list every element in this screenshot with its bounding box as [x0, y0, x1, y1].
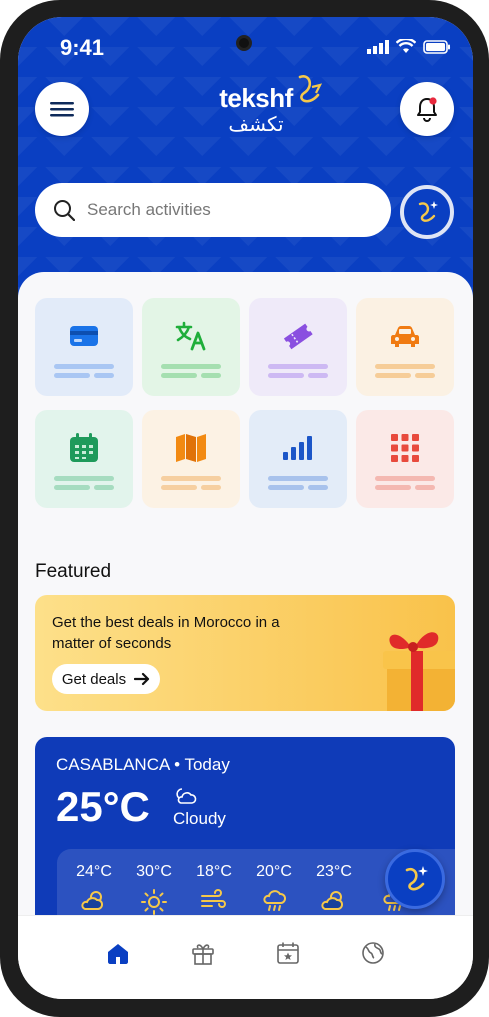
- category-tile-card[interactable]: [35, 298, 133, 396]
- search-input[interactable]: [85, 199, 359, 221]
- map-icon: [176, 434, 206, 462]
- translate-icon: [175, 321, 206, 351]
- notifications-button[interactable]: [400, 82, 454, 136]
- forecast-item: 23°C: [309, 863, 359, 916]
- tab-offers[interactable]: [188, 938, 218, 968]
- wifi-icon: [396, 39, 416, 53]
- partly-cloudy-icon: [81, 891, 104, 910]
- battery-icon: [423, 39, 450, 54]
- weather-condition: Cloudy: [173, 809, 226, 828]
- calendar-icon: [70, 433, 98, 462]
- phone-frame: 9:41 tekshf تكشف Search activities Featu…: [0, 0, 489, 1017]
- calendar-star-icon: [277, 942, 299, 964]
- tab-home[interactable]: [103, 938, 133, 968]
- search-icon: [54, 200, 75, 221]
- get-deals-button[interactable]: Get deals: [52, 664, 160, 694]
- gift-box-icon: [383, 632, 455, 711]
- status-icons: [367, 39, 451, 54]
- get-deals-label: Get deals: [61, 670, 127, 688]
- home-icon: [108, 944, 128, 964]
- forecast-item: 30°C: [129, 863, 179, 920]
- forecast-temp: 20°C: [256, 863, 292, 880]
- forecast-item: 24°C: [69, 863, 119, 916]
- category-tile-translate[interactable]: [142, 298, 240, 396]
- brand-name-arabic: تكشف: [228, 114, 284, 136]
- category-tile-signal[interactable]: [249, 410, 347, 508]
- bottom-tab-bar: [18, 915, 473, 999]
- ai-assistant-button[interactable]: [400, 185, 454, 239]
- logo-swirl-icon: [298, 75, 322, 103]
- forecast-item: 18°C: [189, 863, 239, 916]
- ai-sparkle-icon: [405, 866, 428, 891]
- category-tile-more[interactable]: [356, 410, 454, 508]
- forecast-item: 20°C: [249, 863, 299, 918]
- cloudy-night-icon: [176, 788, 197, 804]
- grid-icon: [391, 434, 419, 462]
- sun-icon: [141, 889, 167, 915]
- category-tile-map[interactable]: [142, 410, 240, 508]
- featured-heading: Featured: [35, 561, 112, 582]
- header-hero: 9:41 tekshf تكشف: [18, 17, 473, 307]
- bell-icon: [417, 97, 437, 122]
- car-icon: [391, 326, 419, 347]
- signal-bars-icon: [283, 436, 312, 460]
- globe-icon: [362, 942, 384, 964]
- tab-explore[interactable]: [358, 938, 388, 968]
- tab-events[interactable]: [273, 938, 303, 968]
- wind-icon: [201, 889, 226, 908]
- ai-sparkle-icon: [418, 201, 438, 222]
- forecast-temp: 23°C: [316, 863, 352, 880]
- partly-cloudy-icon: [321, 891, 344, 910]
- arrow-right-icon: [134, 672, 150, 686]
- weather-city: CASABLANCA • Today: [56, 755, 230, 774]
- cellular-signal-icon: [367, 39, 389, 54]
- category-tile-car[interactable]: [356, 298, 454, 396]
- status-bar: 9:41: [60, 35, 451, 60]
- search-bar[interactable]: [35, 183, 391, 237]
- credit-card-icon: [70, 326, 98, 346]
- forecast-temp: 24°C: [76, 863, 112, 880]
- screen: 9:41 tekshf تكشف Search activities Featu…: [18, 17, 473, 999]
- promo-text: Get the best deals in Morocco in a matte…: [52, 614, 280, 652]
- front-camera: [236, 35, 252, 51]
- menu-button[interactable]: [35, 82, 89, 136]
- promo-banner[interactable]: Get the best deals in Morocco in a matte…: [35, 595, 455, 711]
- hamburger-menu-icon: [50, 102, 74, 117]
- category-tile-calendar[interactable]: [35, 410, 133, 508]
- category-tile-tickets[interactable]: [249, 298, 347, 396]
- gift-icon: [192, 944, 214, 965]
- ticket-icon: [283, 323, 313, 350]
- rain-icon: [263, 890, 287, 911]
- brand-logo: tekshf تكشف: [196, 75, 322, 137]
- weather-temperature: 25°C: [56, 783, 150, 830]
- assistant-fab[interactable]: [385, 849, 445, 909]
- forecast-temp: 18°C: [196, 863, 232, 880]
- status-time: 9:41: [60, 35, 105, 60]
- forecast-temp: 30°C: [136, 863, 172, 880]
